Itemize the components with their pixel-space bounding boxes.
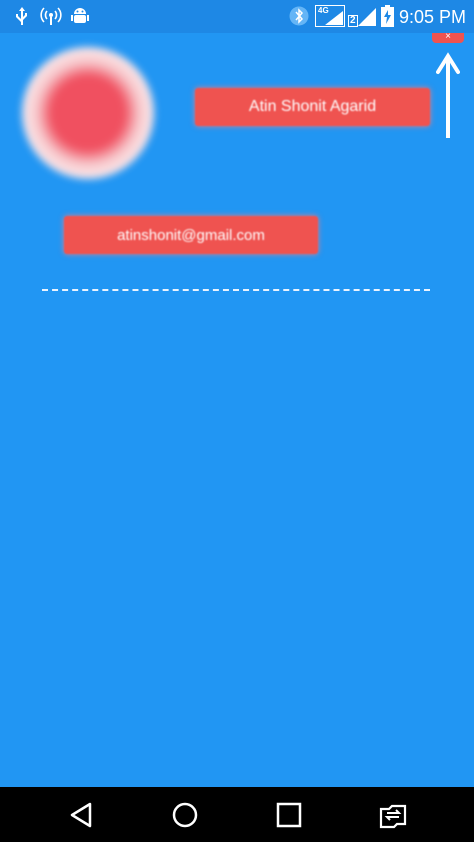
usb-icon bbox=[16, 7, 27, 25]
profile-email: atinshonit@gmail.com bbox=[64, 216, 318, 254]
status-time: 9:05 PM bbox=[398, 7, 466, 27]
navigation-bar bbox=[0, 787, 474, 842]
up-arrow-annotation bbox=[436, 52, 460, 138]
recents-icon[interactable] bbox=[274, 800, 304, 830]
profile-name: Atin Shonit Agarid bbox=[195, 88, 430, 126]
android-debug-icon bbox=[71, 8, 89, 23]
status-bar: 4G 2 9:05 PM bbox=[0, 0, 474, 33]
sim1-signal-icon: 4G bbox=[315, 5, 345, 27]
profile-name-text: Atin Shonit Agarid bbox=[248, 98, 377, 115]
profile-email-text: atinshonit@gmail.com bbox=[117, 226, 265, 244]
profile-avatar[interactable] bbox=[22, 47, 154, 179]
wifi-hotspot-icon bbox=[40, 7, 62, 25]
dashed-divider bbox=[42, 289, 430, 291]
back-icon[interactable] bbox=[66, 800, 96, 830]
switch-sim-icon[interactable] bbox=[376, 800, 410, 830]
battery-charging-icon bbox=[381, 5, 394, 27]
sim-slot-label: 2 bbox=[348, 15, 358, 27]
bluetooth-icon bbox=[289, 6, 309, 26]
close-button[interactable]: × bbox=[432, 31, 464, 43]
close-icon: × bbox=[445, 31, 451, 42]
sim2-signal-icon: 2 bbox=[348, 5, 376, 27]
home-icon[interactable] bbox=[170, 800, 200, 830]
